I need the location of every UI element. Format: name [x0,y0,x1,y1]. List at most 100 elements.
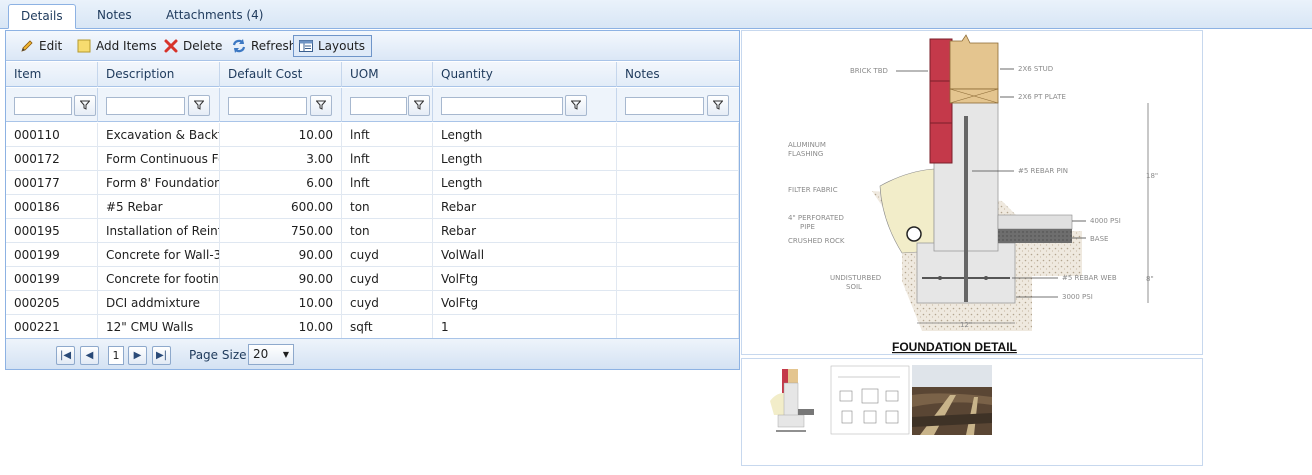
column-header-description[interactable]: Description [98,62,220,87]
chevron-down-icon: ▼ [282,350,289,359]
cell-uom: lnft [342,147,433,171]
label-flashing-1: ALUMINUM [788,141,826,149]
column-header-uom[interactable]: UOM [342,62,433,87]
filter-button-default-cost[interactable] [310,95,332,116]
filter-button-description[interactable] [188,95,210,116]
next-page-button[interactable]: ▶ [128,346,147,365]
thumbnail-site-photo[interactable] [912,365,992,435]
cell-item: 000221 [6,315,98,339]
label-dim-8: 8" [1146,275,1154,283]
table-row[interactable]: 000177Form 8' Foundation Wall6.00lnftLen… [6,171,739,195]
current-page-number[interactable]: 1 [108,346,124,365]
grid-body: 000110Excavation & Backfilling10.00lnftL… [6,123,739,339]
label-pipe-1: 4" PERFORATED [788,214,844,222]
filter-funnel-icon [193,99,205,113]
table-row[interactable]: 000172Form Continuous Footing3.00lnftLen… [6,147,739,171]
prev-page-button[interactable]: ◀ [80,346,99,365]
cell-description: Concrete for Wall-3000 [98,243,220,267]
label-pipe-2: PIPE [800,223,815,231]
cell-item: 000199 [6,243,98,267]
column-header-notes[interactable]: Notes [617,62,739,87]
cell-description: DCI addmixture [98,291,220,315]
tab-strip: Details Notes Attachments (4) [0,0,1312,29]
cell-description: 12" CMU Walls [98,315,220,339]
grid-pager: |◀ ◀ 1 ▶ ▶| Page Size 20 ▼ [6,338,739,369]
layouts-label: Layouts [318,39,366,53]
label-base: BASE [1090,235,1108,243]
cell-default-cost: 10.00 [220,123,342,147]
filter-input-quantity[interactable] [441,97,563,115]
refresh-button[interactable]: Refresh [228,35,299,57]
label-flashing-2: FLASHING [788,150,823,158]
column-header-item[interactable]: Item [6,62,98,87]
next-page-icon: ▶ [133,350,142,361]
filter-funnel-icon [315,99,327,113]
cell-default-cost: 3.00 [220,147,342,171]
add-items-button[interactable]: Add Items [73,35,160,57]
refresh-icon [231,38,247,54]
cell-description: Installation of Reinforcing [98,219,220,243]
label-stud: 2X6 STUD [1018,65,1053,73]
cell-uom: lnft [342,171,433,195]
cell-notes [617,291,739,315]
cell-notes [617,147,739,171]
filter-cell-description [98,88,220,122]
page-size-label: Page Size [189,348,247,362]
cell-quantity: Length [433,171,617,195]
filter-input-notes[interactable] [625,97,704,115]
table-row[interactable]: 000186 #5 Rebar 600.00 ton Rebar [6,195,739,219]
page-size-select[interactable]: 20 ▼ [248,344,294,365]
edit-button[interactable]: Edit [16,35,65,57]
items-grid: Edit Add Items Delete Refresh Layouts It… [5,30,740,370]
filter-input-description[interactable] [106,97,185,115]
tab-attachments[interactable]: Attachments (4) [154,4,275,29]
table-row[interactable]: 000199Concrete for footing-300090.00cuyd… [6,267,739,291]
cell-notes [617,267,739,291]
cell-item: 000199 [6,267,98,291]
filter-button-item[interactable] [74,95,96,116]
thumbnail-plan-sheet[interactable] [830,365,910,435]
cell-description: Form 8' Foundation Wall [98,171,220,195]
tab-notes[interactable]: Notes [85,4,144,29]
label-soil-1: UNDISTURBED [830,274,881,282]
filter-input-item[interactable] [14,97,72,115]
thumbnail-foundation-detail[interactable] [748,365,828,435]
layouts-button[interactable]: Layouts [293,35,373,57]
column-header-default-cost[interactable]: Default Cost [220,62,342,87]
filter-funnel-icon [570,99,582,113]
column-header-quantity[interactable]: Quantity [433,62,617,87]
cell-description: Excavation & Backfilling [98,123,220,147]
first-page-button[interactable]: |◀ [56,346,75,365]
cell-notes [617,315,739,339]
delete-button[interactable]: Delete [160,35,225,57]
last-page-button[interactable]: ▶| [152,346,171,365]
label-3000psi: 3000 PSI [1062,293,1093,301]
filter-button-quantity[interactable] [565,95,587,116]
cell-default-cost: 10.00 [220,315,342,339]
filter-funnel-icon [79,99,91,113]
layouts-icon [298,38,314,54]
table-row[interactable]: 000110Excavation & Backfilling10.00lnftL… [6,123,739,147]
label-brick: BRICK TBD [850,67,888,75]
filter-button-notes[interactable] [707,95,729,116]
label-filter: FILTER FABRIC [788,186,838,194]
table-row[interactable]: 000195Installation of Reinforcing750.00t… [6,219,739,243]
label-rebar-pin: #5 REBAR PIN [1018,167,1068,175]
filter-input-uom[interactable] [350,97,407,115]
filter-funnel-icon [712,99,724,113]
cell-uom: cuyd [342,291,433,315]
cell-uom: ton [342,195,433,219]
table-row[interactable]: 000199Concrete for Wall-300090.00cuydVol… [6,243,739,267]
cell-notes [617,195,739,219]
cell-quantity: VolWall [433,243,617,267]
table-row[interactable]: 000221 12" CMU Walls 10.00 sqft 1 [6,315,739,339]
add-items-label: Add Items [96,39,157,53]
cell-quantity: Length [433,147,617,171]
filter-input-default-cost[interactable] [228,97,307,115]
filter-button-uom[interactable] [408,95,430,116]
table-row[interactable]: 000205 DCI addmixture 10.00 cuyd VolFtg [6,291,739,315]
first-page-icon: |◀ [59,350,72,361]
tab-details[interactable]: Details [8,4,76,29]
label-plate: 2X6 PT PLATE [1018,93,1066,101]
cell-default-cost: 750.00 [220,219,342,243]
